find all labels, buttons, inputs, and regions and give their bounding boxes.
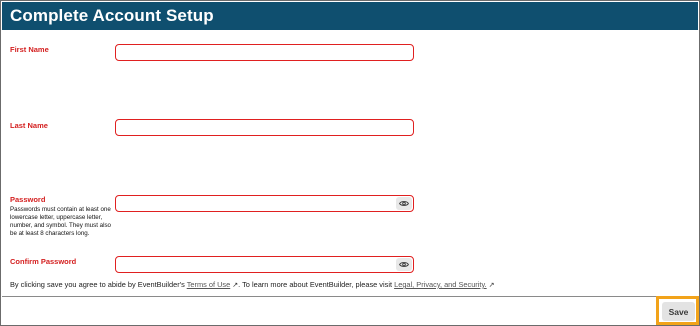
- last-name-input[interactable]: [120, 121, 390, 134]
- confirm-password-label: Confirm Password: [10, 257, 77, 266]
- confirm-password-field[interactable]: [115, 256, 414, 273]
- agreement-middle: . To learn more about EventBuilder, plea…: [238, 280, 393, 289]
- first-name-field[interactable]: [115, 44, 414, 61]
- legal-privacy-security-link[interactable]: Legal, Privacy, and Security.: [394, 280, 487, 289]
- account-setup-dialog: Complete Account Setup First Name Last N…: [0, 0, 700, 326]
- last-name-field[interactable]: [115, 119, 414, 136]
- password-field[interactable]: [115, 195, 414, 212]
- first-name-label: First Name: [10, 45, 49, 54]
- last-name-label: Last Name: [10, 121, 48, 130]
- first-name-input[interactable]: [120, 46, 390, 59]
- password-label: Password: [10, 195, 46, 204]
- agreement-text: By clicking save you agree to abide by E…: [10, 280, 495, 290]
- external-link-icon: ↗: [488, 282, 495, 289]
- eye-icon: [399, 262, 409, 267]
- dialog-header: Complete Account Setup: [2, 2, 698, 30]
- dialog-title: Complete Account Setup: [10, 6, 214, 25]
- show-confirm-password-button[interactable]: [396, 258, 412, 271]
- terms-of-use-link[interactable]: Terms of Use: [187, 280, 231, 289]
- password-input[interactable]: [120, 197, 390, 210]
- show-password-button[interactable]: [396, 197, 412, 210]
- eye-icon: [399, 201, 409, 206]
- agreement-prefix: By clicking save you agree to abide by E…: [10, 280, 185, 289]
- confirm-password-input[interactable]: [120, 258, 390, 271]
- save-button[interactable]: Save: [662, 302, 695, 321]
- password-requirements-hint: Passwords must contain at least one lowe…: [10, 206, 111, 237]
- footer-divider: [2, 296, 698, 297]
